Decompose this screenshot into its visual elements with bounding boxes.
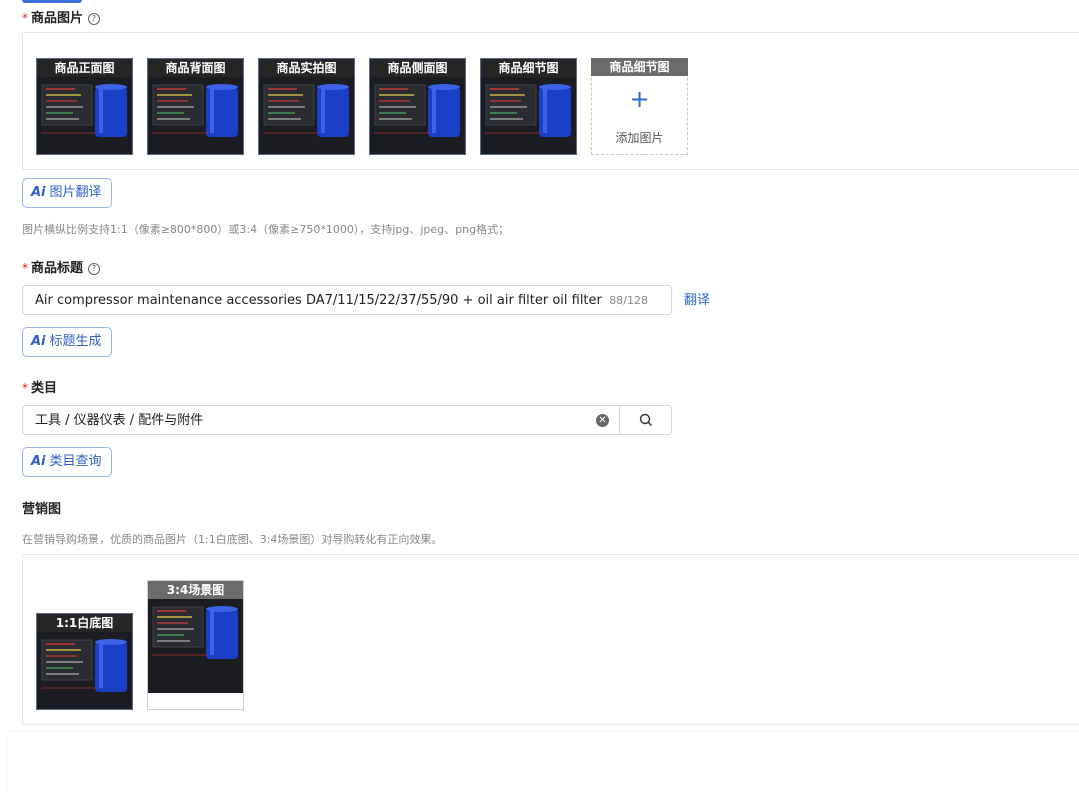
plus-icon: + bbox=[629, 85, 650, 113]
bottom-action-bar bbox=[8, 732, 1079, 797]
ai-icon: Ai bbox=[31, 334, 46, 349]
product-image-thumb[interactable]: 商品正面图 bbox=[36, 58, 133, 155]
marketing-hint: 在营销导购场景，优质的商品图片（1:1白底图、3:4场景图）对导购转化有正向效果… bbox=[22, 533, 443, 546]
image-caption: 商品背面图 bbox=[148, 59, 243, 77]
add-tile-caption: 商品细节图 bbox=[591, 58, 688, 76]
image-caption: 商品细节图 bbox=[481, 59, 576, 77]
active-tab-indicator bbox=[22, 0, 82, 3]
help-icon[interactable]: ? bbox=[88, 13, 101, 25]
clear-icon[interactable]: ✕ bbox=[596, 414, 609, 427]
category-value: 工具 / 仪器仪表 / 配件与附件 bbox=[35, 413, 204, 428]
required-asterisk: * bbox=[22, 11, 28, 25]
required-asterisk: * bbox=[22, 261, 28, 275]
product-image-thumb[interactable]: 商品细节图 bbox=[480, 58, 577, 155]
char-counter: 88/128 bbox=[609, 294, 648, 307]
product-image-thumb[interactable]: 商品背面图 bbox=[147, 58, 244, 155]
translate-link[interactable]: 翻译 bbox=[684, 289, 710, 308]
add-image-tile[interactable]: 商品细节图 + 添加图片 bbox=[591, 58, 688, 155]
category-select[interactable]: 工具 / 仪器仪表 / 配件与附件 ✕ bbox=[22, 405, 672, 435]
category-label: * 类目 bbox=[22, 381, 58, 396]
product-image-thumb[interactable]: 商品侧面图 bbox=[369, 58, 466, 155]
marketing-label: 营销图 bbox=[22, 502, 62, 517]
scene-image-thumb[interactable]: 3:4场景图 bbox=[147, 580, 244, 710]
ai-icon: Ai bbox=[31, 454, 46, 469]
title-generate-button[interactable]: Ai 标题生成 bbox=[22, 327, 112, 357]
image-caption: 1:1白底图 bbox=[37, 614, 132, 632]
product-title-value: Air compressor maintenance accessories D… bbox=[35, 293, 602, 308]
category-query-button[interactable]: Ai 类目查询 bbox=[22, 447, 112, 477]
image-caption: 商品侧面图 bbox=[370, 59, 465, 77]
help-icon[interactable]: ? bbox=[88, 263, 101, 275]
product-title-label: * 商品标题? bbox=[22, 257, 101, 276]
image-caption: 商品实拍图 bbox=[259, 59, 354, 77]
category-search-button[interactable] bbox=[619, 406, 672, 434]
image-translate-button[interactable]: Ai 图片翻译 bbox=[22, 178, 112, 208]
ai-icon: Ai bbox=[31, 185, 46, 200]
required-asterisk: * bbox=[22, 381, 28, 395]
product-title-input[interactable]: Air compressor maintenance accessories D… bbox=[22, 285, 672, 315]
product-image-thumb[interactable]: 商品实拍图 bbox=[258, 58, 355, 155]
image-caption: 商品正面图 bbox=[37, 59, 132, 77]
white-bg-image-thumb[interactable]: 1:1白底图 bbox=[36, 613, 133, 710]
product-images-label: * 商品图片? bbox=[22, 7, 101, 26]
image-format-hint: 图片横纵比例支持1:1（像素≥800*800）或3:4（像素≥750*1000）… bbox=[22, 223, 510, 236]
search-icon bbox=[639, 413, 652, 426]
add-image-label: 添加图片 bbox=[615, 131, 664, 145]
image-caption: 3:4场景图 bbox=[148, 581, 243, 599]
